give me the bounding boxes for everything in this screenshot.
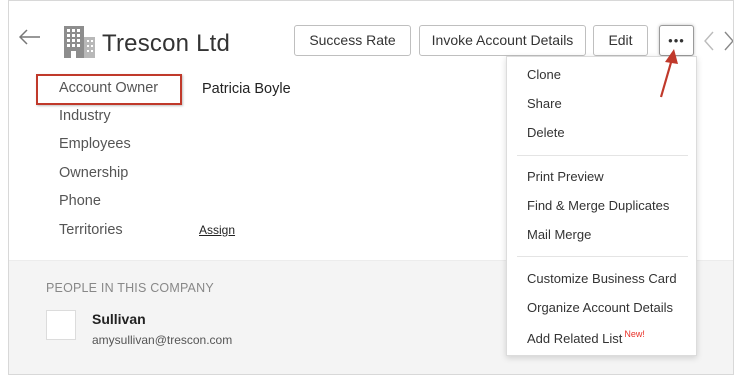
avatar <box>46 310 76 340</box>
field-label-ownership: Ownership <box>59 165 129 181</box>
menu-item-delete[interactable]: Delete <box>527 125 565 140</box>
more-options-menu: Clone Share Delete Print Preview Find & … <box>506 56 697 356</box>
contact-email: amysullivan@trescon.com <box>92 333 233 347</box>
field-label-phone: Phone <box>59 193 101 209</box>
field-label-employees: Employees <box>59 136 131 152</box>
people-section-heading: PEOPLE IN THIS COMPANY <box>46 281 214 295</box>
success-rate-button[interactable]: Success Rate <box>294 25 411 56</box>
menu-item-organize-account-details[interactable]: Organize Account Details <box>527 300 673 315</box>
field-label-territories: Territories <box>59 222 123 238</box>
chevron-right-icon[interactable] <box>723 31 734 51</box>
menu-item-clone[interactable]: Clone <box>527 67 561 82</box>
new-badge: New! <box>624 329 645 339</box>
field-label-industry: Industry <box>59 108 111 124</box>
account-detail-page: Trescon Ltd Success Rate Invoke Account … <box>8 0 734 375</box>
account-owner-highlight-box <box>36 74 182 105</box>
menu-item-find-merge-duplicates[interactable]: Find & Merge Duplicates <box>527 198 669 213</box>
annotation-arrow-icon <box>659 49 678 98</box>
menu-item-mail-merge[interactable]: Mail Merge <box>527 227 591 242</box>
menu-divider <box>517 155 688 156</box>
contact-name[interactable]: Sullivan <box>92 311 146 327</box>
menu-item-label: Add Related List <box>527 331 623 346</box>
field-value-account-owner: Patricia Boyle <box>202 81 291 97</box>
back-arrow-icon[interactable] <box>19 29 41 45</box>
menu-item-print-preview[interactable]: Print Preview <box>527 169 604 184</box>
edit-button[interactable]: Edit <box>593 25 648 56</box>
menu-divider <box>517 256 688 257</box>
menu-item-customize-business-card[interactable]: Customize Business Card <box>527 271 677 286</box>
menu-item-share[interactable]: Share <box>527 96 562 111</box>
menu-item-add-related-list[interactable]: Add Related List New! <box>527 329 645 346</box>
building-icon <box>64 26 95 58</box>
invoke-account-details-button[interactable]: Invoke Account Details <box>419 25 586 56</box>
assign-territory-link[interactable]: Assign <box>199 223 235 237</box>
chevron-left-icon[interactable] <box>703 31 715 51</box>
page-title: Trescon Ltd <box>102 30 231 57</box>
